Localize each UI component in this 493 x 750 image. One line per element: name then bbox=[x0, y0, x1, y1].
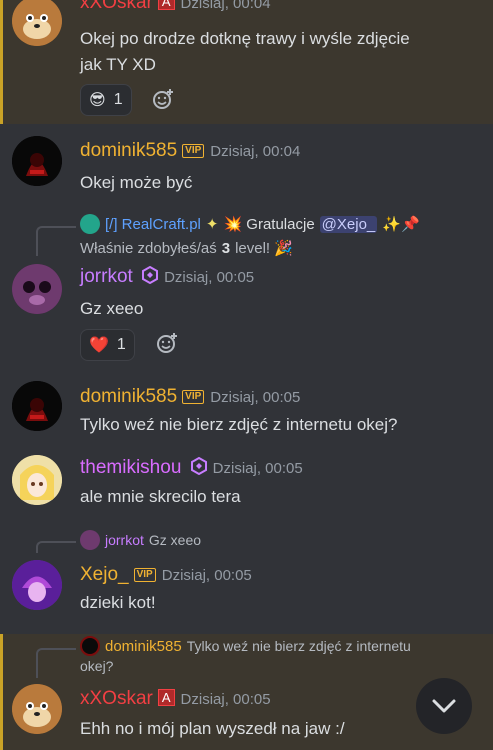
smiley-plus-icon[interactable] bbox=[152, 88, 174, 110]
reply-connector bbox=[36, 226, 76, 256]
timestamp: Dzisiaj, 00:04 bbox=[210, 143, 301, 160]
timestamp: Dzisiaj, 00:05 bbox=[161, 567, 252, 584]
author-name[interactable]: Xejo_ bbox=[80, 564, 129, 585]
message-header: dominik585 VIP Dzisiaj, 00:05 bbox=[80, 386, 300, 408]
avatar[interactable] bbox=[12, 264, 62, 314]
system-line1-prefix: 💥 Gratulacje bbox=[223, 216, 315, 233]
reply-author: jorrkot bbox=[105, 532, 144, 548]
vip-badge: VIP bbox=[182, 390, 205, 404]
message-dominik585-2: dominik585 VIP Dzisiaj, 00:05 Tylko weź ni… bbox=[0, 370, 493, 444]
author-name[interactable]: themikishou bbox=[80, 457, 181, 478]
message-header: themikishou Dzisiaj, 00:05 bbox=[80, 456, 303, 479]
sparkle-icon: ✦ bbox=[205, 216, 219, 233]
bot-avatar bbox=[80, 214, 100, 234]
avatar[interactable] bbox=[12, 684, 62, 734]
vip-badge: VIP bbox=[182, 144, 205, 158]
hexagon-gem-icon bbox=[190, 456, 207, 476]
message-header: xXOskar A Dzisiaj, 00:04 bbox=[80, 0, 271, 14]
author-name[interactable]: dominik585 bbox=[80, 140, 177, 161]
message-text: Ehh no i mój plan wyszedł na jaw :/ bbox=[80, 719, 345, 738]
timestamp: Dzisiaj, 00:05 bbox=[164, 269, 255, 286]
message-text: dzieki kot! bbox=[80, 593, 156, 612]
author-name[interactable]: jorrkot bbox=[80, 266, 133, 287]
reaction-count: 1 bbox=[113, 91, 123, 108]
avatar[interactable] bbox=[12, 136, 62, 186]
message-text: Okej po drodze dotknę trawy i wyśle zdję… bbox=[80, 29, 410, 74]
message-xxoskar-1: xXOskar A Dzisiaj, 00:04 Okej po drodze do… bbox=[0, 0, 493, 124]
smiley-plus-icon[interactable] bbox=[156, 332, 178, 354]
chevron-down-icon bbox=[432, 699, 456, 713]
reply-connector bbox=[36, 541, 76, 553]
role-badge: A bbox=[157, 0, 175, 10]
reply-avatar bbox=[80, 530, 100, 550]
reply-author: dominik585 bbox=[105, 637, 182, 655]
reply-avatar bbox=[80, 636, 100, 656]
message-jorrkot-1: [/] RealCraft.pl ✦ 💥 Gratulacje @Xejo_ ✨… bbox=[0, 204, 493, 370]
message-header: jorrkot Dzisiaj, 00:05 bbox=[80, 265, 255, 288]
avatar[interactable] bbox=[12, 0, 62, 46]
timestamp: Dzisiaj, 00:05 bbox=[212, 460, 303, 477]
vip-badge: VIP bbox=[133, 568, 156, 582]
reply-text: Gz xeeo bbox=[148, 532, 202, 548]
reply-preview[interactable]: dominik585 Tylko weź nie bierz zdjęć z i… bbox=[80, 636, 411, 656]
timestamp: Dzisiaj, 00:05 bbox=[210, 389, 301, 406]
avatar[interactable] bbox=[12, 560, 62, 610]
scroll-to-bottom-button[interactable] bbox=[416, 678, 472, 734]
message-text: Gz xeeo bbox=[80, 299, 144, 318]
bot-name: [/] RealCraft.pl bbox=[105, 215, 201, 233]
system-line2-suffix: level! 🎉 bbox=[235, 240, 293, 257]
reply-text-cont: okej? bbox=[80, 658, 114, 674]
reaction-chip[interactable]: 😎 1 bbox=[80, 84, 132, 116]
system-line1-suffix: ✨📌 bbox=[382, 216, 420, 233]
avatar[interactable] bbox=[12, 381, 62, 431]
reply-text: Tylko weź nie bierz zdjęć z internetu bbox=[186, 638, 411, 654]
author-name[interactable]: xXOskar bbox=[80, 688, 153, 709]
message-text: Okej może być bbox=[80, 173, 193, 192]
message-text: ale mnie skrecilo tera bbox=[80, 487, 241, 506]
system-line2-prefix: Właśnie zdobyłeś/aś bbox=[80, 239, 217, 257]
timestamp: Dzisiaj, 00:04 bbox=[180, 0, 271, 12]
reply-preview-line2: Właśnie zdobyłeś/aś 3 level! 🎉 bbox=[80, 239, 293, 258]
message-header: Xejo_ VIP Dzisiaj, 00:05 bbox=[80, 564, 252, 586]
author-name[interactable]: dominik585 bbox=[80, 386, 177, 407]
timestamp: Dzisiaj, 00:05 bbox=[180, 691, 271, 708]
reaction-chip[interactable]: ❤️ 1 bbox=[80, 329, 135, 361]
message-list: xXOskar A Dzisiaj, 00:04 Okej po drodze do… bbox=[0, 0, 493, 750]
hexagon-gem-icon bbox=[142, 265, 159, 285]
message-header: dominik585 VIP Dzisiaj, 00:04 bbox=[80, 140, 300, 162]
author-name[interactable]: xXOskar bbox=[80, 0, 153, 13]
message-themikishou: themikishou Dzisiaj, 00:05 ale mnie skre… bbox=[0, 444, 493, 524]
avatar[interactable] bbox=[12, 455, 62, 505]
message-xejo: jorrkot Gz xeeo Xejo_ VIP Dzisiaj, 00:05 d… bbox=[0, 524, 493, 634]
reply-preview[interactable]: [/] RealCraft.pl ✦ 💥 Gratulacje @Xejo_ ✨… bbox=[80, 214, 420, 234]
reaction-count: 1 bbox=[116, 336, 126, 353]
heart-emoji-icon: ❤️ bbox=[89, 337, 109, 354]
level-number: 3 bbox=[221, 239, 231, 257]
reply-connector bbox=[36, 648, 76, 678]
role-badge: A bbox=[157, 689, 175, 706]
message-dominik585-1: dominik585 VIP Dzisiaj, 00:04 Okej może by… bbox=[0, 124, 493, 204]
reply-preview-cont: okej? bbox=[80, 658, 113, 674]
mention[interactable]: @Xejo_ bbox=[319, 215, 378, 233]
message-header: xXOskar A Dzisiaj, 00:05 bbox=[80, 688, 271, 710]
sunglasses-emoji-icon: 😎 bbox=[89, 92, 106, 109]
message-text: Tylko weź nie bierz zdjęć z internetu ok… bbox=[80, 415, 398, 434]
reply-preview[interactable]: jorrkot Gz xeeo bbox=[80, 530, 201, 550]
